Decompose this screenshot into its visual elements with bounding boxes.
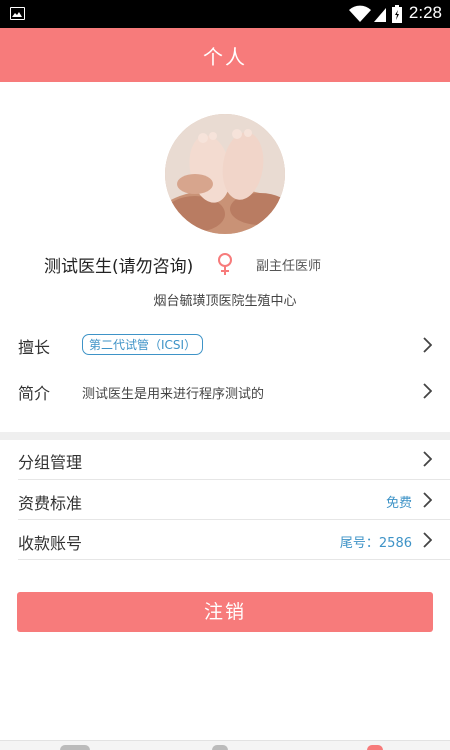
chevron-right-icon bbox=[423, 492, 432, 508]
tab-profile-icon[interactable] bbox=[367, 745, 383, 750]
status-bar: 2:28 bbox=[0, 0, 450, 28]
page-title: 个人 bbox=[203, 45, 247, 69]
menu-item-payment-account[interactable]: 收款账号 尾号：2586 bbox=[0, 520, 450, 560]
hospital-name: 烟台毓璜顶医院生殖中心 bbox=[153, 294, 297, 309]
divider bbox=[18, 559, 450, 560]
tab-messages-icon[interactable] bbox=[212, 745, 228, 750]
battery-icon bbox=[392, 5, 402, 23]
female-icon bbox=[218, 253, 232, 275]
chevron-right-icon bbox=[423, 383, 432, 399]
tab-home-icon[interactable] bbox=[60, 745, 90, 750]
header: 个人 bbox=[0, 28, 450, 82]
menu-item-label: 分组管理 bbox=[18, 453, 83, 472]
menu-item-fee-standard[interactable]: 资费标准 免费 bbox=[0, 480, 450, 520]
chevron-right-icon bbox=[423, 337, 432, 353]
fee-value: 免费 bbox=[385, 496, 412, 511]
doctor-title: 副主任医师 bbox=[256, 259, 322, 274]
intro-row[interactable]: 简介 测试医生是用来进行程序测试的 bbox=[0, 368, 450, 414]
chevron-right-icon bbox=[423, 451, 432, 467]
specialty-tag: 第二代试管（ICSI） bbox=[82, 334, 204, 355]
intro-text: 测试医生是用来进行程序测试的 bbox=[82, 387, 265, 402]
signal-icon bbox=[374, 8, 386, 22]
clock: 2:28 bbox=[408, 3, 442, 22]
intro-label: 简介 bbox=[18, 384, 51, 403]
logout-button[interactable]: 注销 bbox=[17, 592, 433, 632]
doctor-name: 测试医生(请勿咨询) bbox=[44, 257, 194, 277]
avatar[interactable] bbox=[165, 114, 285, 234]
menu-item-label: 资费标准 bbox=[18, 494, 83, 513]
specialty-row[interactable]: 擅长 第二代试管（ICSI） bbox=[0, 322, 450, 368]
menu-item-label: 收款账号 bbox=[18, 534, 83, 553]
wifi-icon bbox=[349, 5, 371, 22]
account-value: 尾号：2586 bbox=[339, 536, 412, 551]
specialty-label: 擅长 bbox=[18, 338, 51, 357]
menu-item-group-management[interactable]: 分组管理 bbox=[0, 439, 450, 479]
chevron-right-icon bbox=[423, 532, 432, 548]
image-notification-icon bbox=[10, 7, 25, 20]
